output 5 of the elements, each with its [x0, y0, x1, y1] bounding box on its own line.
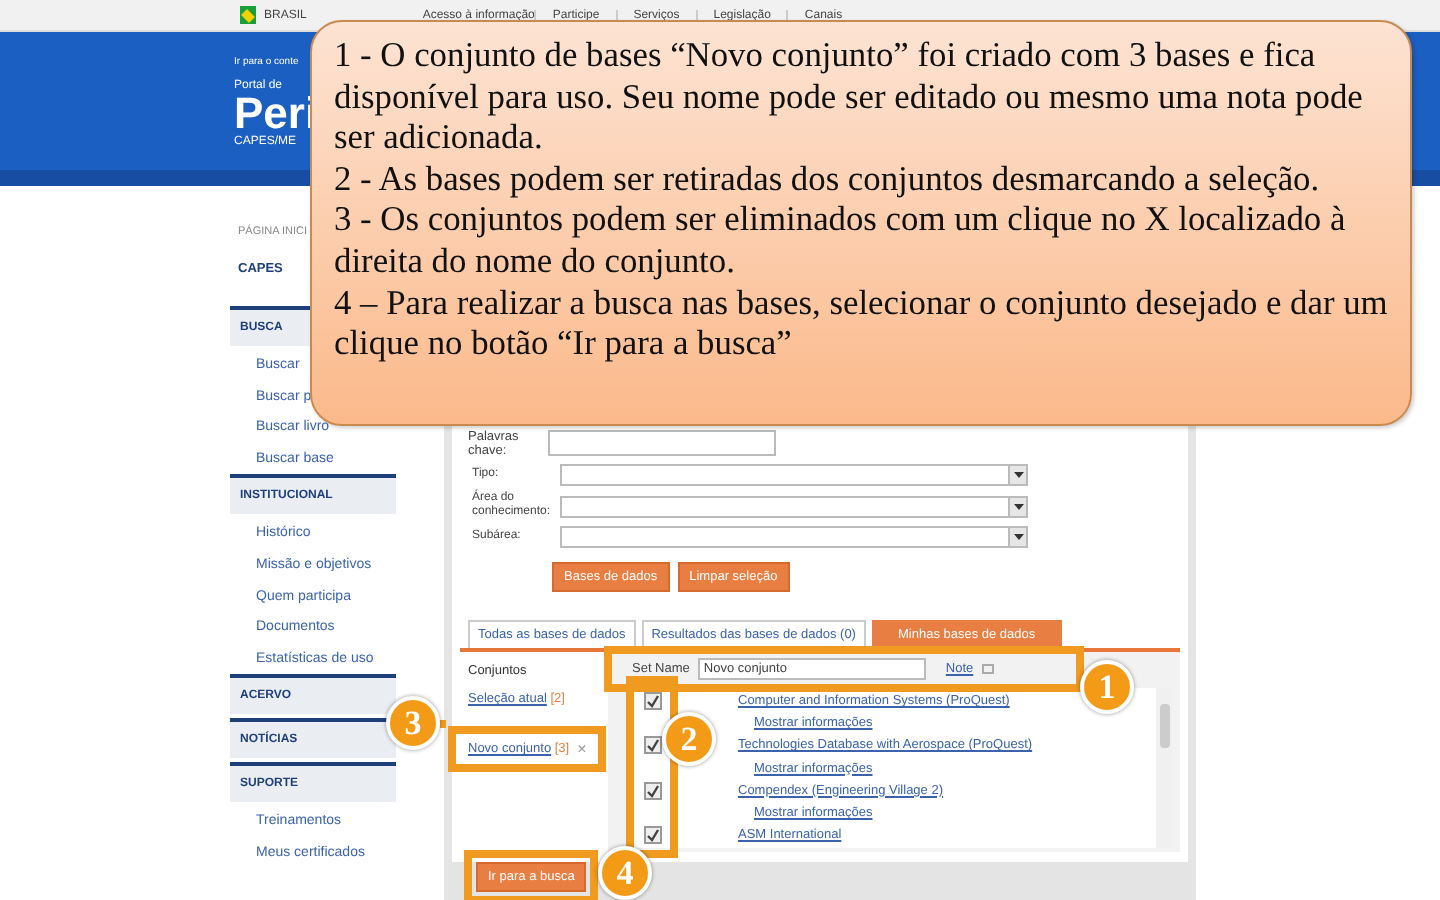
instruction-text: 3 - Os conjuntos podem ser eliminados com um clique no X localizado à direita do nome do conjunto.: [334, 198, 1348, 282]
instruction-text: 2 - As bases podem ser retiradas dos conjuntos desmarcando a seleção.: [334, 157, 1322, 199]
step-marker: 3: [386, 696, 440, 750]
instruction-text: 1 - O conjunto de bases “Novo conjunto” foi criado com 3 bases e fica disponível para uso. Seu nome pode ser editado ou mesmo uma nota pode ser adicionada.: [334, 34, 1365, 158]
instruction-text: 4 – Para realizar a busca nas bases, selecionar o conjunto desejado e dar um clique no botão “Ir para a busca”: [334, 281, 1390, 364]
